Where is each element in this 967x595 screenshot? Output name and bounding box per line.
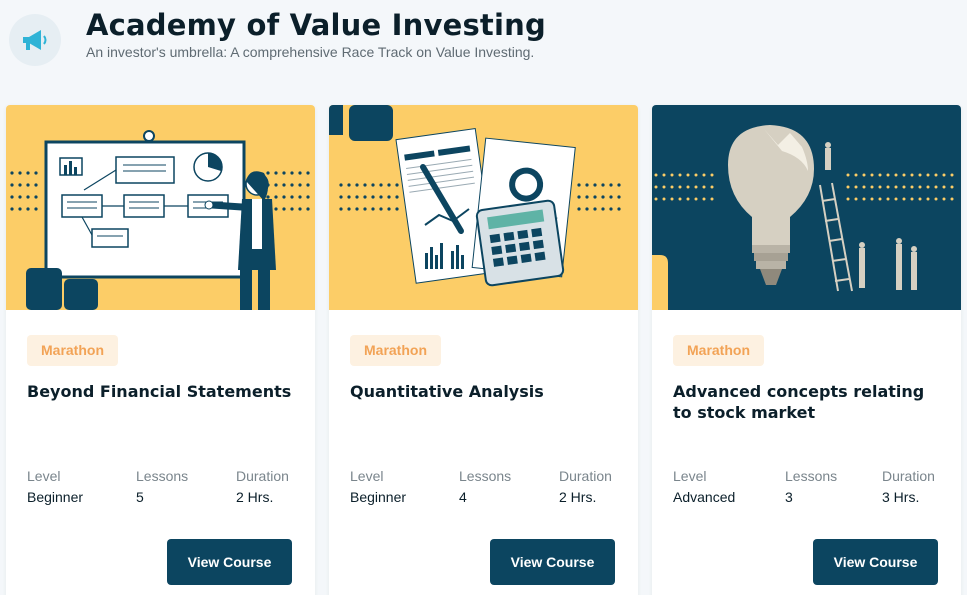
lessons-label: Lessons bbox=[459, 468, 512, 484]
lessons-label: Lessons bbox=[136, 468, 189, 484]
course-title: Beyond Financial Statements bbox=[27, 382, 292, 401]
course-lessons: Lessons 5 bbox=[136, 468, 188, 505]
lessons-value: 5 bbox=[136, 489, 144, 505]
course-level: Level Beginner bbox=[27, 468, 83, 505]
level-label: Level bbox=[27, 468, 61, 484]
course-type-badge: Marathon bbox=[350, 335, 441, 366]
course-duration: Duration 2 Hrs. bbox=[236, 468, 289, 505]
duration-label: Duration bbox=[559, 468, 612, 484]
course-type-badge: Marathon bbox=[673, 335, 764, 366]
level-label: Level bbox=[673, 468, 707, 484]
page-header: Academy of Value Investing An investor's… bbox=[9, 6, 959, 66]
course-title: Quantitative Analysis bbox=[350, 382, 544, 401]
presentation-illustration bbox=[6, 105, 315, 310]
view-course-button[interactable]: View Course bbox=[167, 539, 292, 585]
course-lessons: Lessons 4 bbox=[459, 468, 511, 505]
course-duration: Duration 3 Hrs. bbox=[882, 468, 935, 505]
lessons-value: 3 bbox=[785, 489, 793, 505]
duration-label: Duration bbox=[882, 468, 935, 484]
lightbulb-illustration bbox=[652, 105, 961, 310]
duration-value: 2 Hrs. bbox=[236, 489, 274, 505]
page-subtitle: An investor's umbrella: A comprehensive … bbox=[86, 44, 535, 60]
page-title: Academy of Value Investing bbox=[86, 8, 546, 42]
megaphone-icon bbox=[9, 14, 61, 66]
course-level: Level Advanced bbox=[673, 468, 735, 505]
level-label: Level bbox=[350, 468, 384, 484]
course-duration: Duration 2 Hrs. bbox=[559, 468, 612, 505]
course-title: Advanced concepts relating to stock mark… bbox=[673, 382, 925, 422]
course-lessons: Lessons 3 bbox=[785, 468, 837, 505]
view-course-button[interactable]: View Course bbox=[813, 539, 938, 585]
balance-sheets-illustration bbox=[329, 105, 638, 310]
lessons-label: Lessons bbox=[785, 468, 838, 484]
level-value: Advanced bbox=[673, 489, 736, 505]
view-course-button[interactable]: View Course bbox=[490, 539, 615, 585]
lessons-value: 4 bbox=[459, 489, 467, 505]
course-card: Marathon Beyond Financial Statements Lev… bbox=[6, 105, 315, 595]
duration-value: 3 Hrs. bbox=[882, 489, 920, 505]
course-card: Marathon Quantitative Analysis Level Beg… bbox=[329, 105, 638, 595]
level-value: Beginner bbox=[27, 489, 84, 505]
course-type-badge: Marathon bbox=[27, 335, 118, 366]
duration-value: 2 Hrs. bbox=[559, 489, 597, 505]
course-card: Marathon Advanced concepts relating to s… bbox=[652, 105, 961, 595]
duration-label: Duration bbox=[236, 468, 289, 484]
level-value: Beginner bbox=[350, 489, 407, 505]
course-level: Level Beginner bbox=[350, 468, 406, 505]
